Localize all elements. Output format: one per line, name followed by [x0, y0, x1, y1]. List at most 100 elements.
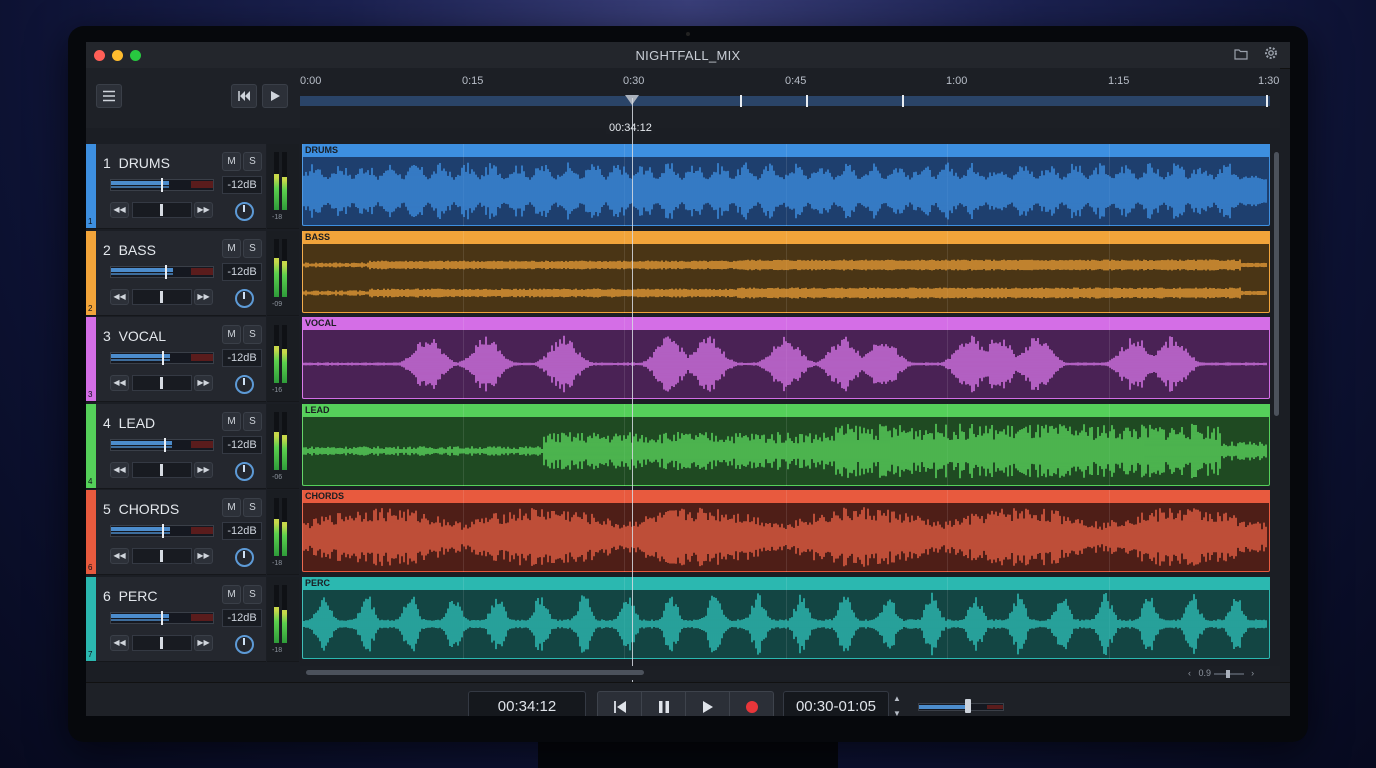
mute-button[interactable]: M: [222, 325, 241, 344]
rewind-icon[interactable]: ◀◀: [110, 634, 129, 651]
fader-handle[interactable]: [164, 437, 166, 452]
forward-icon[interactable]: ▶▶: [194, 375, 213, 391]
zoom-out-icon[interactable]: ‹: [1188, 668, 1191, 678]
track-name[interactable]: 4 LEAD: [103, 415, 155, 431]
pan-handle[interactable]: [160, 636, 163, 649]
record-button[interactable]: [729, 691, 774, 716]
zoom-in-icon[interactable]: ›: [1251, 668, 1254, 678]
marker[interactable]: [1266, 95, 1268, 107]
menu-button[interactable]: [96, 84, 122, 108]
track-name[interactable]: 3 VOCAL: [103, 328, 166, 344]
mute-button[interactable]: M: [222, 411, 241, 431]
audio-clip-chords[interactable]: CHORDS: [302, 490, 1270, 574]
forward-icon[interactable]: ▶▶: [194, 288, 213, 305]
forward-icon[interactable]: ▶▶: [194, 461, 213, 478]
track-name[interactable]: 2 BASS: [103, 242, 156, 258]
fader-handle[interactable]: [161, 610, 163, 625]
volume-fader[interactable]: [110, 610, 214, 625]
timeline-ruler[interactable]: 0:00 0:15 0:30 0:45 1:00 1:15 1:30 00:34…: [300, 68, 1280, 134]
pan-knob-icon[interactable]: [235, 288, 254, 308]
pan-knob-icon[interactable]: [235, 375, 254, 394]
horizontal-scrollbar[interactable]: ‹ 0.9 ›: [300, 666, 1280, 680]
marker[interactable]: [740, 95, 742, 107]
rewind-icon[interactable]: ◀◀: [110, 375, 129, 391]
track-header-lead[interactable]: 4 4 LEAD M S -12dB ◀◀ ▶▶: [86, 403, 266, 489]
pan-knob-icon[interactable]: [235, 202, 254, 221]
mute-button[interactable]: M: [222, 238, 241, 258]
volume-fader[interactable]: [110, 264, 214, 279]
track-header-bass[interactable]: 2 2 BASS M S -12dB ◀◀ ▶▶: [86, 230, 266, 316]
pan-knob-icon[interactable]: [235, 548, 254, 567]
track-header-perc[interactable]: 7 6 PERC M S -12dB ◀◀ ▶▶: [86, 576, 266, 662]
zoom-control[interactable]: ‹ 0.9 ›: [1188, 666, 1254, 680]
volume-fader[interactable]: [110, 351, 214, 365]
track-header-drums[interactable]: 1 1 DRUMS M S -12dB ◀◀ ▶▶: [86, 144, 266, 229]
forward-icon[interactable]: ▶▶: [194, 202, 213, 218]
audio-clip-bass[interactable]: BASS: [302, 230, 1270, 315]
fader-handle[interactable]: [165, 264, 167, 279]
fader-handle[interactable]: [161, 178, 163, 192]
pan-knob-icon[interactable]: [235, 634, 254, 654]
volume-fader[interactable]: [110, 178, 214, 192]
fader-handle[interactable]: [162, 524, 164, 538]
volume-handle[interactable]: [965, 699, 971, 713]
play-button[interactable]: [685, 691, 730, 716]
volume-fader[interactable]: [110, 437, 214, 452]
rewind-icon[interactable]: ◀◀: [110, 288, 129, 305]
rewind-icon[interactable]: ◀◀: [110, 202, 129, 218]
pan-slider[interactable]: [132, 375, 192, 391]
pan-handle[interactable]: [160, 204, 163, 216]
pan-slider[interactable]: [132, 461, 192, 478]
pan-handle[interactable]: [160, 377, 163, 389]
rewind-icon[interactable]: ◀◀: [110, 461, 129, 478]
playhead-line[interactable]: [632, 98, 633, 690]
pan-handle[interactable]: [160, 290, 163, 303]
solo-button[interactable]: S: [243, 238, 262, 258]
skip-back-button[interactable]: [231, 84, 257, 108]
play-button-small[interactable]: [262, 84, 288, 108]
mute-button[interactable]: M: [222, 584, 241, 604]
rewind-icon[interactable]: ◀◀: [110, 548, 129, 564]
solo-button[interactable]: S: [243, 325, 262, 344]
pan-slider[interactable]: [132, 288, 192, 305]
pan-knob-icon[interactable]: [235, 461, 254, 481]
vertical-scroll-thumb[interactable]: [1274, 152, 1279, 416]
gear-icon[interactable]: [1262, 46, 1280, 64]
solo-button[interactable]: S: [243, 498, 262, 517]
solo-button[interactable]: S: [243, 411, 262, 431]
pan-slider[interactable]: [132, 634, 192, 651]
marker[interactable]: [902, 95, 904, 107]
loop-range-stepper[interactable]: ▲ ▼: [890, 691, 904, 716]
solo-button[interactable]: S: [243, 152, 262, 171]
marker[interactable]: [806, 95, 808, 107]
master-volume-slider[interactable]: [918, 699, 1004, 713]
fader-handle[interactable]: [162, 351, 164, 365]
pause-button[interactable]: [641, 691, 686, 716]
audio-clip-drums[interactable]: DRUMS: [302, 144, 1270, 228]
chevron-up-icon[interactable]: ▲: [890, 691, 904, 706]
skip-back-transport-button[interactable]: [597, 691, 642, 716]
solo-button[interactable]: S: [243, 584, 262, 604]
mute-button[interactable]: M: [222, 152, 241, 171]
zoom-slider[interactable]: [1213, 669, 1244, 678]
horizontal-scroll-thumb[interactable]: [306, 670, 644, 675]
pan-handle[interactable]: [160, 550, 163, 562]
chevron-down-icon[interactable]: ▼: [890, 706, 904, 716]
pan-slider[interactable]: [132, 548, 192, 564]
track-name[interactable]: 1 DRUMS: [103, 155, 170, 171]
track-header-chords[interactable]: 6 5 CHORDS M S -12dB ◀◀ ▶▶: [86, 490, 266, 575]
forward-icon[interactable]: ▶▶: [194, 548, 213, 564]
track-header-vocal[interactable]: 3 3 VOCAL M S -12dB ◀◀ ▶▶: [86, 317, 266, 402]
audio-clip-vocal[interactable]: VOCAL: [302, 317, 1270, 401]
vertical-scrollbar[interactable]: [1271, 142, 1281, 662]
mute-button[interactable]: M: [222, 498, 241, 517]
forward-icon[interactable]: ▶▶: [194, 634, 213, 651]
folder-icon[interactable]: [1232, 46, 1250, 64]
volume-fader[interactable]: [110, 524, 214, 538]
pan-handle[interactable]: [160, 463, 163, 476]
track-name[interactable]: 6 PERC: [103, 588, 157, 604]
audio-clip-perc[interactable]: PERC: [302, 576, 1270, 661]
timeline-overview-bar[interactable]: [300, 96, 1270, 106]
track-name[interactable]: 5 CHORDS: [103, 501, 179, 517]
audio-clip-lead[interactable]: LEAD: [302, 403, 1270, 488]
